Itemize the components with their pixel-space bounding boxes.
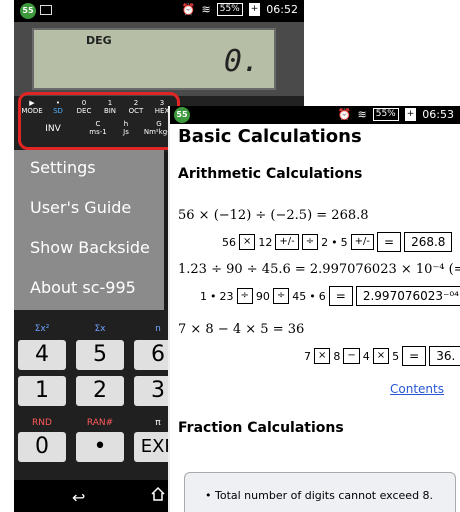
section-title-arithmetic: Arithmetic Calculations bbox=[178, 166, 363, 182]
note-box: • Total number of digits cannot exceed 8… bbox=[184, 472, 456, 512]
page-title: Basic Calculations bbox=[178, 126, 362, 147]
charging-icon: + bbox=[248, 3, 261, 16]
key-sublabel: Σx bbox=[94, 324, 106, 334]
highlight-outline bbox=[18, 92, 180, 150]
back-icon[interactable]: ↩ bbox=[72, 488, 85, 507]
contents-link[interactable]: Contents bbox=[390, 382, 444, 396]
lcd-frame: DEG 0. bbox=[14, 22, 304, 96]
equation-1: 56 × (−12) ÷ (−2.5) = 268.8 bbox=[178, 208, 369, 223]
key-0[interactable]: 0 bbox=[18, 432, 66, 462]
key-sublabel: RND bbox=[32, 418, 52, 428]
alarm-icon: ⏰ bbox=[181, 3, 196, 16]
home-icon[interactable] bbox=[150, 486, 166, 502]
clock: 06:52 bbox=[266, 3, 298, 16]
wifi-icon: ≋ bbox=[201, 3, 211, 16]
notification-badge: 55 bbox=[20, 3, 36, 19]
status-right: ⏰ ≋ 55% + 06:52 bbox=[182, 3, 298, 16]
key-4[interactable]: 4 bbox=[18, 340, 66, 370]
users-guide-screen: 55 ⏰ ≋ 55% + 06:53 Basic Calculations Ar… bbox=[168, 106, 460, 512]
battery-indicator: 55% bbox=[372, 108, 399, 121]
menu-item-show-backside[interactable]: Show Backside bbox=[30, 238, 150, 257]
note-text: • Total number of digits cannot exceed 8… bbox=[205, 489, 434, 502]
key-2[interactable]: 2 bbox=[76, 376, 124, 406]
section-title-fraction: Fraction Calculations bbox=[178, 420, 344, 436]
key-5[interactable]: 5 bbox=[76, 340, 124, 370]
battery-indicator: 55% bbox=[216, 3, 243, 16]
display-value: 0. bbox=[223, 44, 260, 79]
charging-icon: + bbox=[404, 108, 417, 121]
angle-mode-indicator: DEG bbox=[86, 34, 112, 47]
options-menu: Settings User's Guide Show Backside Abou… bbox=[14, 150, 164, 310]
menu-item-users-guide[interactable]: User's Guide bbox=[30, 198, 131, 217]
wifi-icon: ≋ bbox=[357, 108, 367, 121]
status-bar: 55 ⏰ ≋ 55% + 06:53 bbox=[170, 106, 460, 124]
key-sequence-1: 56 × 12 +/- ÷ 2 • 5 +/- = 268.8 bbox=[222, 232, 453, 252]
key-sublabel: RAN# bbox=[86, 418, 114, 428]
menu-item-about[interactable]: About sc-995 bbox=[30, 278, 136, 297]
key-decimal[interactable]: • bbox=[76, 432, 124, 462]
key-sublabel: Σx² bbox=[34, 324, 50, 334]
equation-3: 7 × 8 − 4 × 5 = 36 bbox=[178, 322, 305, 337]
notification-badge: 55 bbox=[174, 107, 190, 123]
alarm-icon: ⏰ bbox=[337, 108, 352, 121]
key-sequence-3: 7 × 8−4 × 5 = 36. bbox=[304, 346, 460, 366]
key-sequence-2: 1 • 23 ÷ 90 ÷ 45 • 6 = 2.997076023⁻⁰⁴ bbox=[200, 286, 460, 306]
status-bar: 55 ⏰ ≋ 55% + 06:52 bbox=[14, 0, 304, 22]
lcd-display: DEG 0. bbox=[32, 28, 276, 90]
image-notification-icon bbox=[40, 5, 52, 15]
clock: 06:53 bbox=[422, 108, 454, 121]
key-1[interactable]: 1 bbox=[18, 376, 66, 406]
status-right: ⏰ ≋ 55% + 06:53 bbox=[338, 108, 454, 121]
equation-2: 1.23 ÷ 90 ÷ 45.6 = 2.997076023 × 10⁻⁴ (= bbox=[178, 262, 460, 277]
menu-item-settings[interactable]: Settings bbox=[30, 158, 96, 177]
